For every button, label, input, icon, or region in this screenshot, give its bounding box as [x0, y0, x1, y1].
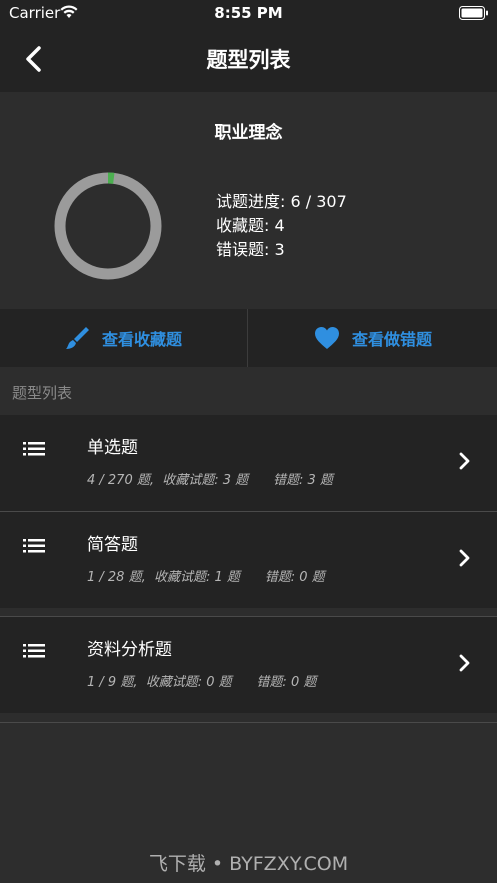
- subject-title: 职业理念: [214, 123, 283, 143]
- list-icon: [23, 539, 45, 553]
- item-meta: 4 / 270 题, 收藏试题: 3 题 错题: 3 题: [87, 473, 333, 488]
- item-title: 单选题: [87, 438, 138, 458]
- status-time: 8:55 PM: [214, 4, 283, 22]
- progress-ring-track: [54, 172, 162, 280]
- item-meta: 1 / 28 题, 收藏试题: 1 题 错题: 0 题: [87, 570, 325, 585]
- heart-icon: [314, 327, 339, 349]
- progress-stat: 试题进度: 6 / 307: [216, 192, 347, 211]
- item-title: 资料分析题: [87, 640, 172, 660]
- wrong-stat: 错误题: 3: [216, 240, 285, 259]
- favorites-stat: 收藏题: 4: [216, 216, 285, 235]
- list-divider: [0, 722, 497, 723]
- chevron-right-icon: [459, 452, 470, 470]
- item-meta: 1 / 9 题, 收藏试题: 0 题 错题: 0 题: [87, 675, 317, 690]
- view-favorites-label: 查看收藏题: [101, 330, 182, 349]
- section-header: 题型列表: [12, 384, 73, 402]
- list-icon: [23, 644, 45, 658]
- view-favorites-button[interactable]: 查看收藏题: [0, 309, 246, 367]
- action-divider: [247, 309, 248, 367]
- summary-panel: 职业理念 试题进度: 6 / 307 收藏题: 4 错误题: 3: [0, 92, 497, 308]
- watermark-text: 飞下载 • BYFZXY.COM: [148, 853, 349, 875]
- list-item[interactable]: 资料分析题 1 / 9 题, 收藏试题: 0 题 错题: 0 题: [0, 617, 497, 713]
- list-icon: [23, 442, 45, 456]
- chevron-right-icon: [459, 654, 470, 672]
- page-title: 题型列表: [206, 48, 291, 72]
- item-title: 简答题: [87, 535, 138, 555]
- progress-ring: [54, 172, 162, 280]
- brush-icon: [65, 327, 89, 349]
- stats-block: 试题进度: 6 / 307 收藏题: 4 错误题: 3: [216, 190, 347, 262]
- status-bar: Carrier 8:55 PM: [0, 0, 497, 26]
- action-row: 查看收藏题 查看做错题: [0, 309, 497, 367]
- view-wrong-label: 查看做错题: [351, 330, 432, 349]
- navigation-bar: 题型列表: [0, 26, 497, 92]
- battery-icon: [459, 5, 489, 24]
- list-item[interactable]: 简答题 1 / 28 题, 收藏试题: 1 题 错题: 0 题: [0, 512, 497, 608]
- chevron-right-icon: [459, 549, 470, 567]
- list-item[interactable]: 单选题 4 / 270 题, 收藏试题: 3 题 错题: 3 题: [0, 415, 497, 511]
- view-wrong-button[interactable]: 查看做错题: [249, 309, 497, 367]
